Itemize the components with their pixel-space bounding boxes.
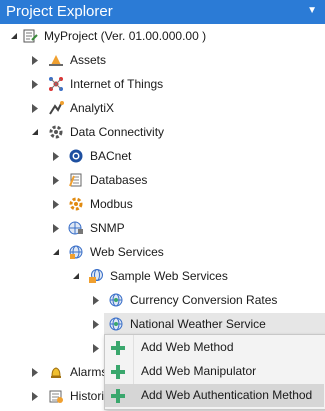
- tree-label: Assets: [70, 53, 107, 67]
- menu-item-label: Add Web Method: [141, 340, 234, 354]
- tree-node-bacnet[interactable]: BACnet: [0, 145, 325, 167]
- collapsed-arrow-icon[interactable]: [29, 385, 41, 407]
- expanded-arrow-icon[interactable]: [50, 241, 62, 263]
- tree-node-sample-web-services[interactable]: Sample Web Services: [0, 265, 325, 287]
- collapsed-arrow-icon[interactable]: [50, 169, 62, 191]
- expanded-arrow-icon[interactable]: [70, 265, 82, 287]
- collapsed-arrow-icon[interactable]: [50, 145, 62, 167]
- tree-node-web-services[interactable]: Web Services: [0, 241, 325, 263]
- collapsed-arrow-icon[interactable]: [90, 337, 102, 359]
- collapsed-arrow-icon[interactable]: [90, 289, 102, 311]
- tree-label: Internet of Things: [70, 77, 164, 91]
- tree-node-analytix[interactable]: AnalytiX: [0, 97, 325, 119]
- plus-icon: [111, 388, 125, 403]
- collapsed-arrow-icon[interactable]: [29, 361, 41, 383]
- menu-item-label: Add Web Manipulator: [141, 364, 257, 378]
- web-method-globe-icon: [108, 292, 124, 308]
- bacnet-icon: [68, 148, 84, 164]
- analytix-icon: [48, 100, 64, 116]
- tree-label: Web Services: [90, 245, 164, 259]
- tree-label: Modbus: [90, 197, 133, 211]
- tree-node-weather[interactable]: National Weather Service: [104, 313, 325, 335]
- collapsed-arrow-icon[interactable]: [50, 217, 62, 239]
- menu-item-add-web-manipulator[interactable]: Add Web Manipulator: [105, 360, 324, 383]
- tree-label: MyProject (Ver. 01.00.000.00 ): [44, 29, 207, 43]
- tree-node-databases[interactable]: Databases: [0, 169, 325, 191]
- sample-web-services-icon: [88, 268, 104, 284]
- tree-node-data-connectivity[interactable]: Data Connectivity: [0, 121, 325, 143]
- tree-label: National Weather Service: [130, 317, 266, 331]
- modbus-icon: [68, 196, 84, 212]
- menu-item-label: Add Web Authentication Method: [141, 388, 313, 402]
- iot-icon: [48, 76, 64, 92]
- tree-label: Databases: [90, 173, 148, 187]
- collapsed-arrow-icon[interactable]: [29, 73, 41, 95]
- collapsed-arrow-icon[interactable]: [90, 313, 102, 335]
- gear-icon: [48, 124, 64, 140]
- tree-node-alarms[interactable]: Alarms: [0, 361, 108, 383]
- snmp-icon: [68, 220, 84, 236]
- panel-header: Project Explorer ▼: [0, 0, 325, 24]
- historian-icon: [48, 388, 64, 404]
- tree-node-iot[interactable]: Internet of Things: [0, 73, 325, 95]
- tree-label: Currency Conversion Rates: [130, 293, 278, 307]
- database-icon: [68, 172, 84, 188]
- assets-icon: [48, 52, 64, 68]
- plus-icon: [111, 364, 125, 379]
- tree-node-project[interactable]: MyProject (Ver. 01.00.000.00 ): [0, 25, 325, 47]
- tree-label: Histori: [70, 389, 104, 403]
- menu-item-add-web-method[interactable]: Add Web Method: [105, 336, 324, 359]
- tree-label: Sample Web Services: [110, 269, 228, 283]
- tree-label: Alarms: [70, 365, 108, 379]
- tree-node-modbus[interactable]: Modbus: [0, 193, 325, 215]
- collapsed-arrow-icon[interactable]: [29, 97, 41, 119]
- alarm-bell-icon: [48, 364, 64, 380]
- tree-node-snmp[interactable]: SNMP: [0, 217, 325, 239]
- tree-label: Data Connectivity: [70, 125, 165, 139]
- tree-label: SNMP: [90, 221, 125, 235]
- panel-title: Project Explorer: [6, 3, 113, 20]
- expanded-arrow-icon[interactable]: [29, 121, 41, 143]
- tree-node-currency[interactable]: Currency Conversion Rates: [0, 289, 325, 311]
- tree-label: AnalytiX: [70, 101, 115, 115]
- expanded-arrow-icon[interactable]: [8, 25, 20, 47]
- tree-node-historian[interactable]: Histori: [0, 385, 104, 407]
- plus-icon: [111, 340, 125, 355]
- web-method-globe-icon: [108, 316, 124, 332]
- tree-label: BACnet: [90, 149, 132, 163]
- project-icon: [22, 28, 38, 44]
- panel-dropdown-icon[interactable]: ▼: [307, 5, 317, 16]
- tree-node-assets[interactable]: Assets: [0, 49, 325, 71]
- collapsed-arrow-icon[interactable]: [50, 193, 62, 215]
- collapsed-arrow-icon[interactable]: [29, 49, 41, 71]
- web-services-icon: [68, 244, 84, 260]
- menu-item-add-web-authentication-method[interactable]: Add Web Authentication Method: [105, 384, 324, 407]
- context-menu: Add Web Method Add Web Manipulator Add W…: [104, 334, 325, 410]
